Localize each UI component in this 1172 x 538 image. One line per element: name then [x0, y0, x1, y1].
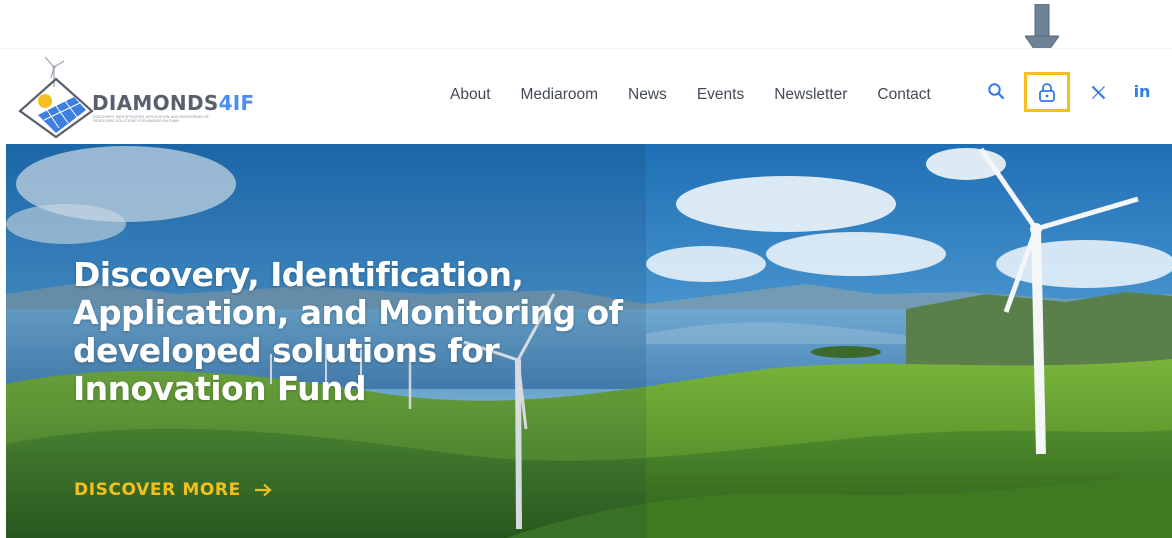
nav-item-mediaroom[interactable]: Mediaroom [521, 86, 599, 104]
linkedin-button[interactable]: in [1128, 77, 1156, 105]
hero-title-line-3: developed solutions for [73, 331, 500, 370]
nav-item-news[interactable]: News [628, 86, 667, 104]
nav-item-events[interactable]: Events [697, 86, 744, 104]
site-logo[interactable]: DIAMONDS4IF DISCOVERY, IDENTIFICATION, A… [18, 53, 278, 139]
login-button[interactable] [1024, 72, 1070, 112]
discover-more-label: DISCOVER MORE [74, 480, 241, 500]
logo-name-accent: 4IF [218, 91, 255, 115]
x-social-button[interactable] [1086, 79, 1110, 105]
logo-mark-icon [18, 56, 94, 139]
logo-wordmark: DIAMONDS4IF [92, 91, 255, 115]
hero-title-line-1: Discovery, Identification, [73, 255, 524, 294]
search-icon [988, 83, 1005, 100]
hero-banner: Discovery, Identification, Application, … [6, 144, 1172, 538]
logo-tagline: DISCOVERY, IDENTIFICATION, APPLICATION, … [93, 115, 263, 124]
search-button[interactable] [982, 77, 1010, 105]
hero-title-line-2: Application, and Monitoring of [73, 293, 623, 332]
nav-item-contact[interactable]: Contact [877, 86, 930, 104]
arrow-right-icon [254, 483, 272, 497]
hero-title-line-4: Innovation Fund [73, 369, 367, 408]
discover-more-button[interactable]: DISCOVER MORE [74, 480, 273, 500]
main-nav: About Mediaroom News Events Newsletter C… [450, 86, 931, 104]
logo-tagline-line2: DEVELOPED SOLUTIONS FOR INNOVATION FUND [93, 119, 180, 124]
x-icon [1091, 85, 1105, 99]
hero-title: Discovery, Identification, Application, … [73, 256, 673, 408]
linkedin-icon: in [1133, 81, 1151, 101]
lock-icon [1039, 83, 1055, 102]
site-header: DIAMONDS4IF DISCOVERY, IDENTIFICATION, A… [0, 48, 1172, 142]
logo-name-main: DIAMONDS [92, 91, 219, 115]
nav-item-newsletter[interactable]: Newsletter [774, 86, 847, 104]
nav-item-about[interactable]: About [450, 86, 491, 104]
